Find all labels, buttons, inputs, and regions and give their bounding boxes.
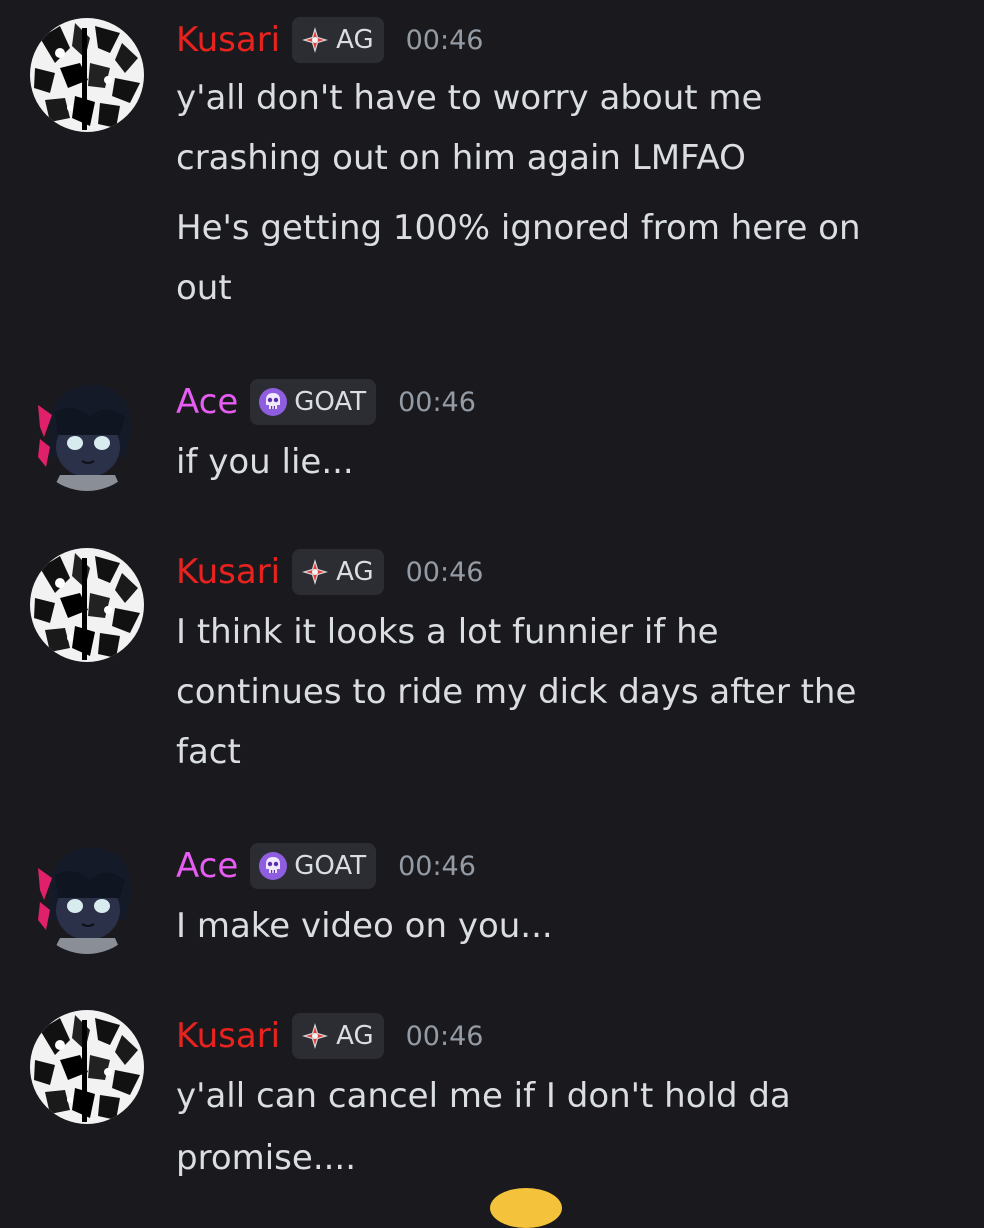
tag-label: AG [336, 25, 374, 55]
username[interactable]: Kusari [176, 1016, 280, 1056]
avatar[interactable] [30, 377, 144, 491]
message-header: Ace GOAT 00:46 [176, 838, 476, 894]
message-text: out [176, 268, 232, 308]
message-header: Ace GOAT 00:46 [176, 374, 476, 430]
skull-icon [258, 387, 288, 417]
timestamp: 00:46 [398, 386, 476, 418]
skull-icon [258, 851, 288, 881]
tag-label: AG [336, 1021, 374, 1051]
message-header: Kusari AG 00:46 [176, 1008, 483, 1064]
message-text: y'all don't have to worry about me [176, 78, 763, 118]
timestamp: 00:46 [405, 1020, 484, 1052]
message-text: I think it looks a lot funnier if he [176, 612, 719, 652]
tag-label: GOAT [294, 851, 367, 881]
message-text: if you lie... [176, 442, 354, 482]
message-header: Kusari AG 00:46 [176, 12, 483, 68]
message-text: y'all can cancel me if I don't hold da [176, 1076, 791, 1116]
emoji-peek-icon [490, 1188, 562, 1228]
tag-label: GOAT [294, 387, 367, 417]
avatar[interactable] [30, 840, 144, 954]
username[interactable]: Kusari [176, 20, 280, 60]
timestamp: 00:46 [405, 556, 484, 588]
guild-tag[interactable]: GOAT [250, 843, 377, 889]
avatar[interactable] [30, 18, 144, 132]
guild-tag[interactable]: AG [292, 549, 384, 595]
avatar[interactable] [30, 1010, 144, 1124]
avatar[interactable] [30, 548, 144, 662]
guild-tag[interactable]: GOAT [250, 379, 377, 425]
timestamp: 00:46 [398, 850, 476, 882]
message-text: crashing out on him again LMFAO [176, 138, 746, 178]
tag-label: AG [336, 557, 374, 587]
guild-tag[interactable]: AG [292, 1013, 384, 1059]
username[interactable]: Ace [176, 382, 238, 422]
message-header: Kusari AG 00:46 [176, 544, 483, 600]
crosshair-diamond-icon [300, 25, 330, 55]
crosshair-diamond-icon [300, 1021, 330, 1051]
message-text: He's getting 100% ignored from here on [176, 208, 861, 248]
username[interactable]: Kusari [176, 552, 280, 592]
message-text: fact [176, 732, 241, 772]
guild-tag[interactable]: AG [292, 17, 384, 63]
timestamp: 00:46 [405, 24, 484, 56]
message-text: I make video on you... [176, 906, 553, 946]
crosshair-diamond-icon [300, 557, 330, 587]
message-text: promise.... [176, 1138, 357, 1178]
message-text: continues to ride my dick days after the [176, 672, 857, 712]
username[interactable]: Ace [176, 846, 238, 886]
